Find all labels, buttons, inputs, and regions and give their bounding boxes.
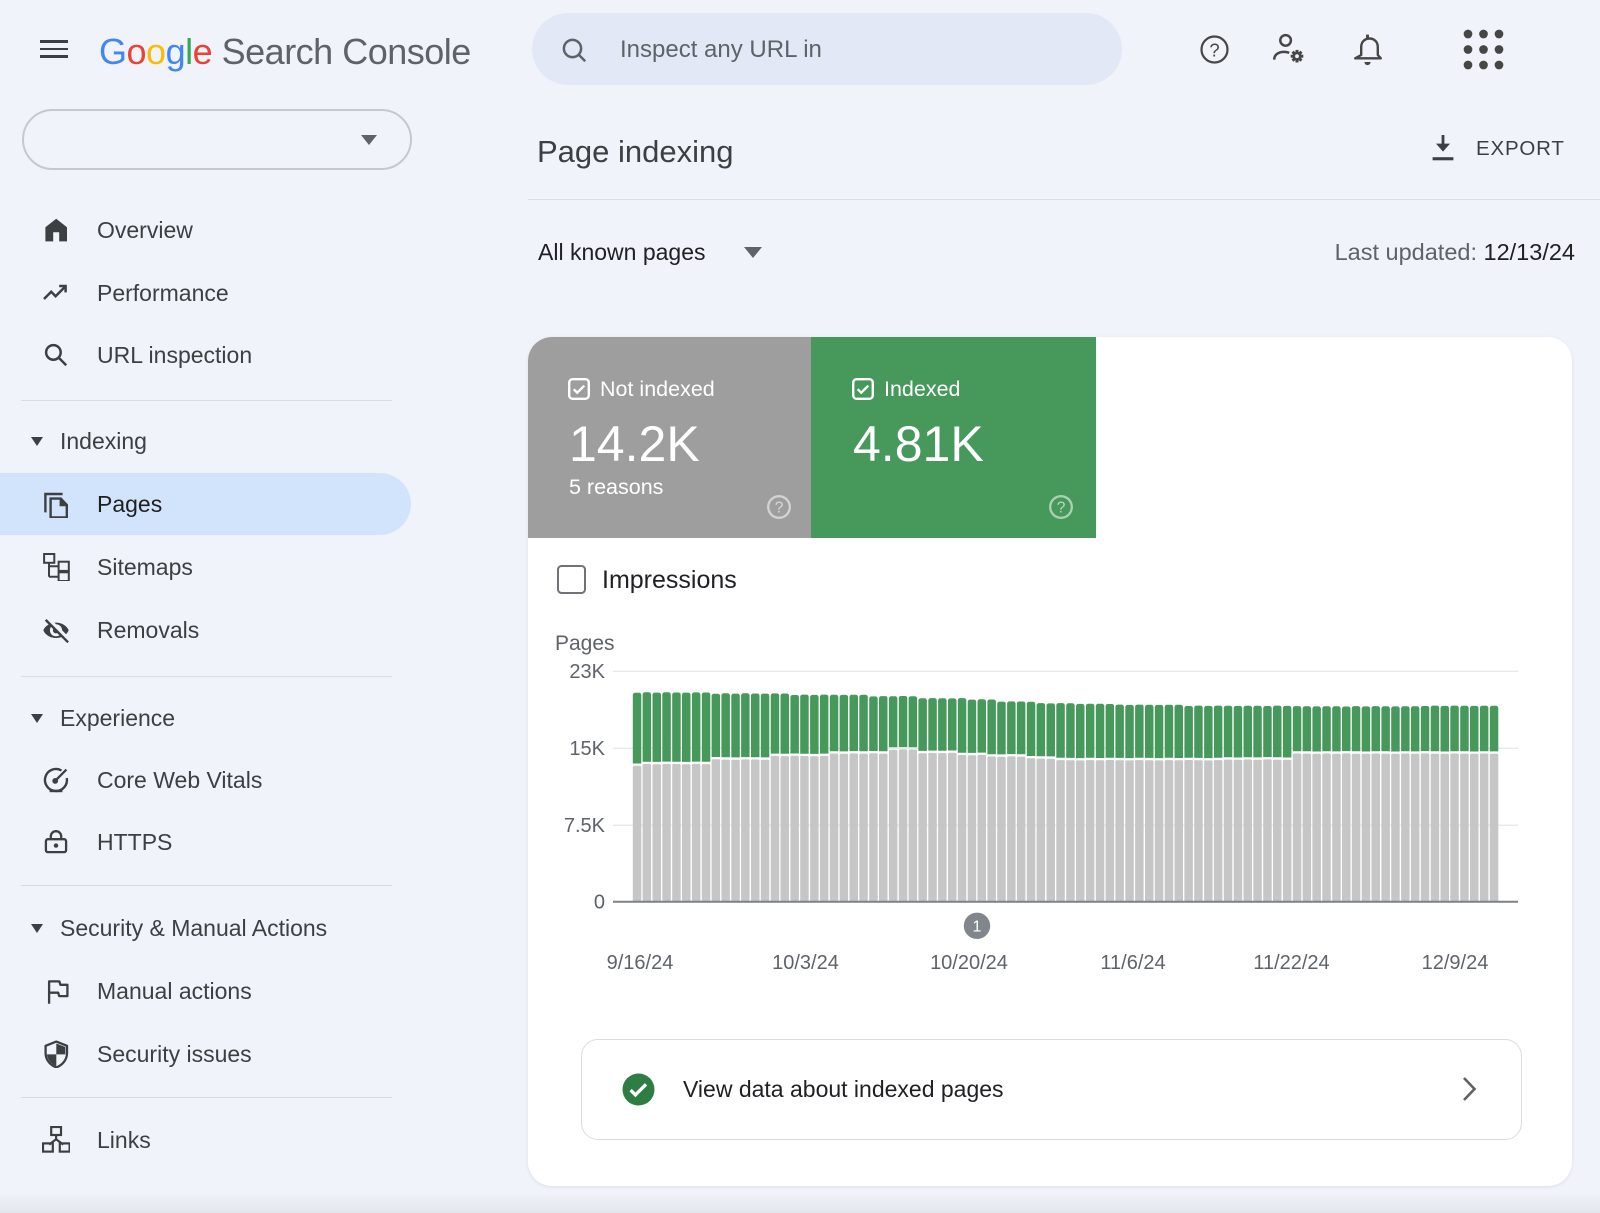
svg-text:?: ? (1209, 40, 1219, 61)
svg-text:1: 1 (973, 919, 982, 936)
svg-text:?: ? (775, 500, 784, 517)
svg-text:7.5K: 7.5K (564, 815, 606, 837)
svg-text:10/3/24: 10/3/24 (772, 952, 839, 974)
svg-text:10/20/24: 10/20/24 (930, 952, 1008, 974)
svg-text:11/6/24: 11/6/24 (1100, 952, 1165, 974)
svg-text:11/22/24: 11/22/24 (1253, 952, 1329, 974)
svg-text:9/16/24: 9/16/24 (607, 952, 674, 974)
svg-text:12/9/24: 12/9/24 (1422, 952, 1489, 974)
svg-text:Pages: Pages (555, 632, 615, 655)
svg-text:?: ? (1057, 500, 1066, 517)
svg-text:23K: 23K (569, 661, 605, 683)
svg-text:15K: 15K (569, 738, 605, 760)
svg-text:0: 0 (594, 892, 605, 914)
